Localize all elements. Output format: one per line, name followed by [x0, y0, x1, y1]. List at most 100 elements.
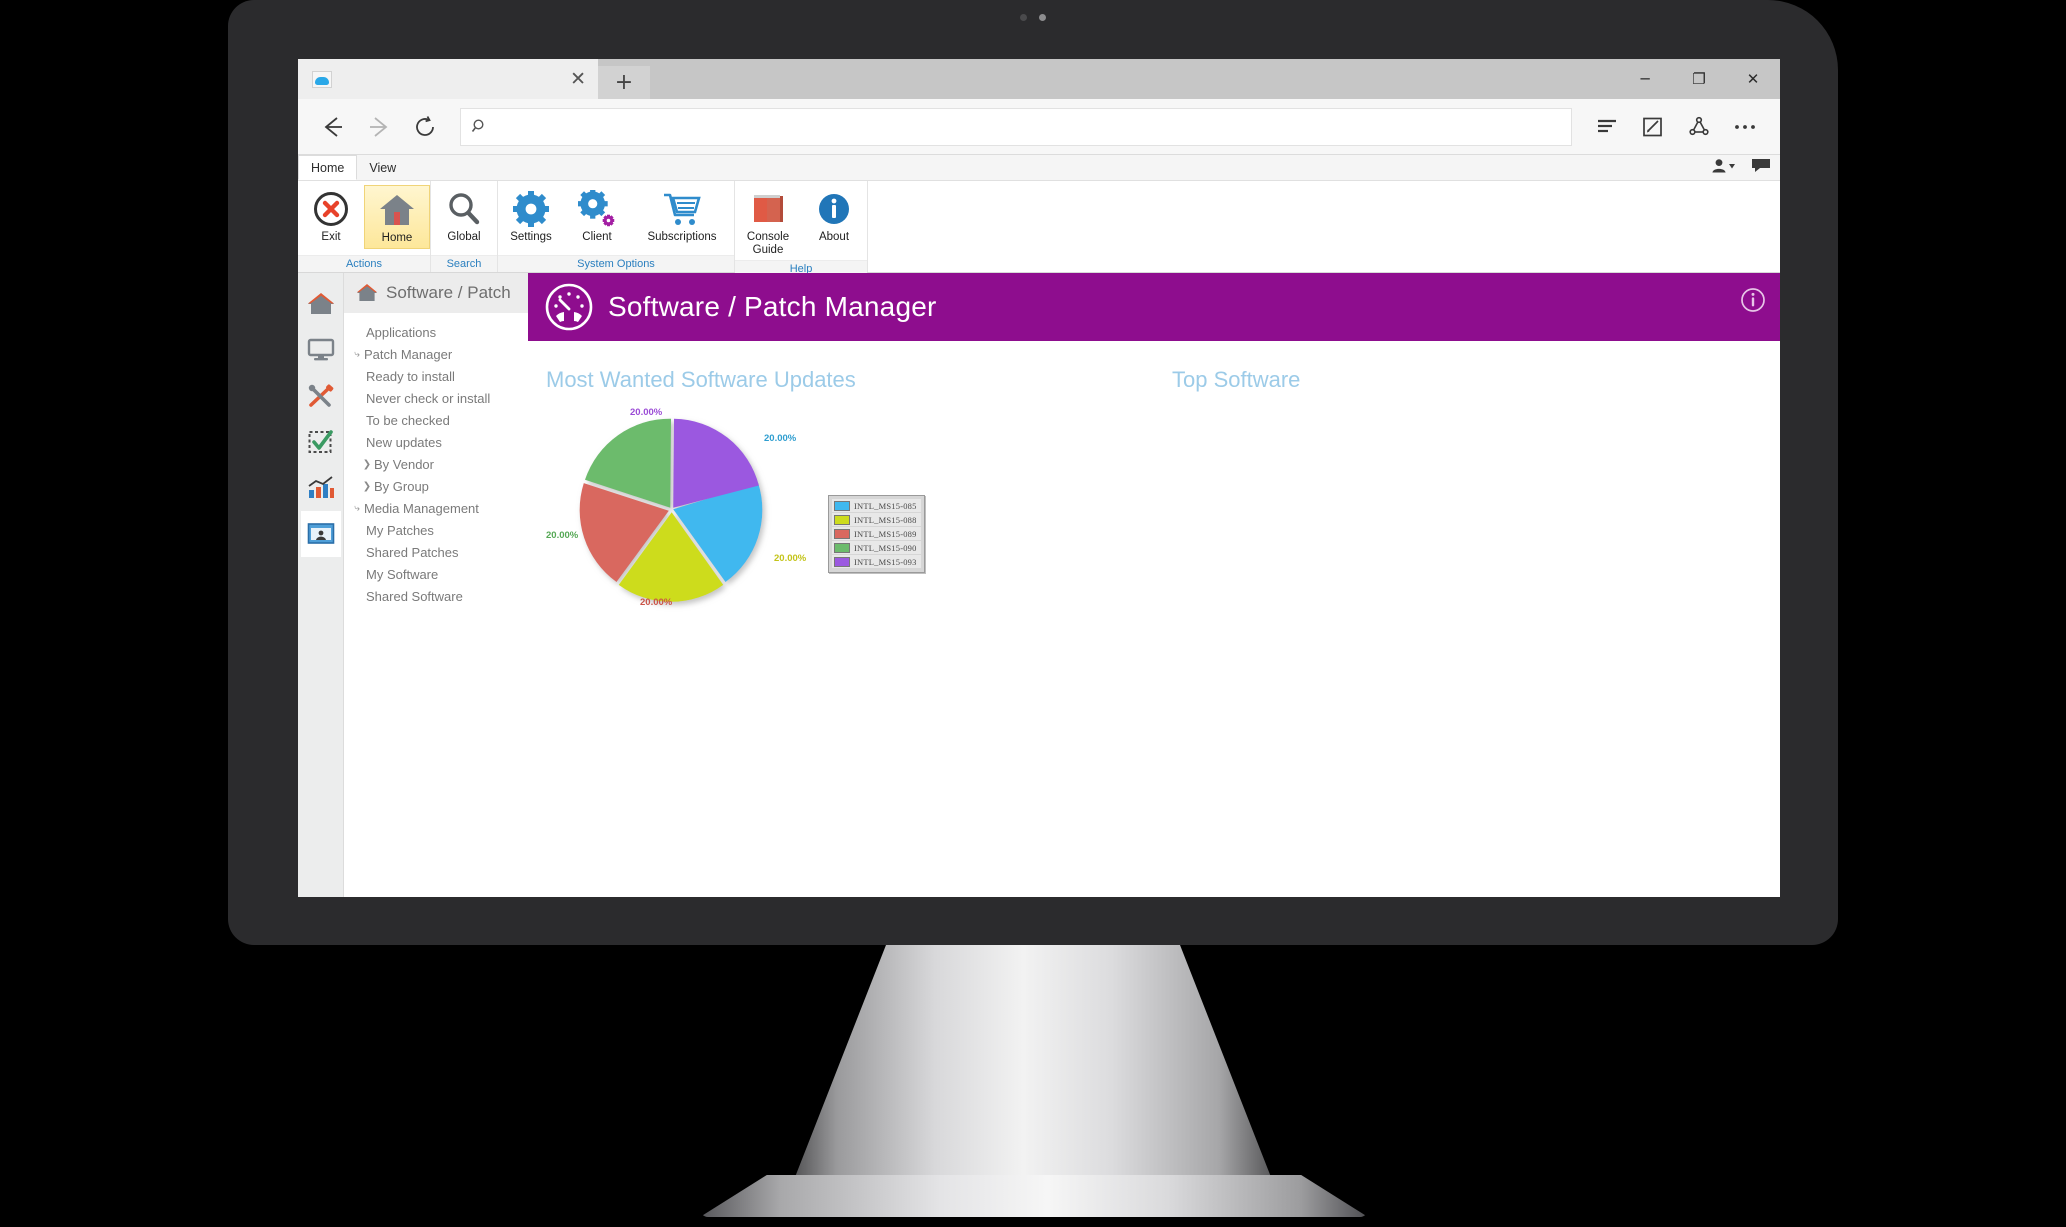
refresh-icon[interactable] [402, 104, 448, 150]
sidebar-item-shared-patches[interactable]: Shared Patches [344, 541, 528, 563]
client-label: Client [582, 231, 612, 243]
console-guide-button[interactable]: Console Guide [735, 185, 801, 260]
exit-label: Exit [321, 231, 341, 243]
power-dot [1039, 14, 1046, 21]
reading-list-icon[interactable] [1584, 104, 1630, 150]
legend-item[interactable]: INTL_MS15-090 [832, 541, 921, 554]
ribbon-group-label-search: Search [431, 255, 497, 272]
address-bar[interactable] [460, 107, 1572, 146]
expand-icon[interactable]: ❯ [360, 481, 374, 492]
collapse-icon[interactable]: ⤷ [350, 503, 364, 514]
web-note-icon[interactable] [1630, 104, 1676, 150]
sidebar-item-by-vendor[interactable]: ❯ By Vendor [344, 453, 528, 475]
book-icon [750, 189, 786, 229]
magnifier-icon [446, 189, 482, 229]
panel-most-wanted-software-updates: Most Wanted Software Updates 20.00% 20.0… [528, 367, 1154, 897]
sidebar-item-label: Ready to install [366, 368, 455, 384]
user-account-icon[interactable] [1710, 158, 1736, 179]
minimize-button[interactable]: ─ [1618, 59, 1672, 99]
legend-swatch [834, 528, 850, 539]
pie-chart: 20.00% 20.00% 20.00% 20.00% 20.00% INTL_… [546, 405, 986, 635]
pie-chart-svg [579, 418, 763, 602]
sidebar-item-label: Patch Manager [364, 346, 453, 362]
sidebar-item-label: Never check or install [366, 390, 491, 406]
new-tab-button[interactable]: + [598, 66, 650, 99]
sidebar-header-label: Software / Patch [386, 283, 511, 302]
sidebar-item-label: New updates [366, 434, 442, 450]
gear-icon [512, 189, 550, 229]
sidebar: Software / Patch Applications ⤷ Patch Ma… [344, 273, 528, 897]
sidebar-item-media-management[interactable]: ⤷ Media Management [344, 497, 528, 519]
legend-swatch [834, 556, 850, 567]
sidebar-item-to-be-checked[interactable]: To be checked [344, 409, 528, 431]
rail-monitor-icon[interactable] [301, 327, 341, 373]
rail-chart-icon[interactable] [301, 465, 341, 511]
sidebar-item-applications[interactable]: Applications [344, 321, 528, 343]
legend-label: INTL_MS15-085 [854, 500, 917, 511]
sidebar-item-never-check-or-install[interactable]: Never check or install [344, 387, 528, 409]
browser-tab-strip: ✕ + ─ ❐ ✕ [298, 59, 1780, 99]
home-button[interactable]: Home [364, 185, 430, 249]
collapse-icon[interactable]: ⤷ [350, 349, 364, 360]
rail-tools-icon[interactable] [301, 373, 341, 419]
subscriptions-button[interactable]: Subscriptions [630, 185, 734, 247]
feedback-icon[interactable] [1750, 157, 1772, 179]
share-icon[interactable] [1676, 104, 1722, 150]
sidebar-item-label: To be checked [366, 412, 450, 428]
browser-toolbar-icons [1584, 104, 1768, 150]
sidebar-item-my-patches[interactable]: My Patches [344, 519, 528, 541]
tab-home[interactable]: Home [298, 155, 358, 180]
subscriptions-label: Subscriptions [647, 231, 717, 243]
sidebar-item-my-software[interactable]: My Software [344, 563, 528, 585]
legend-label: INTL_MS15-088 [854, 514, 917, 525]
console-guide-label: Console Guide [746, 231, 790, 256]
client-button[interactable]: Client [564, 185, 630, 247]
legend-item[interactable]: INTL_MS15-093 [832, 555, 921, 568]
sidebar-tree: Applications ⤷ Patch Manager Ready to in… [344, 313, 528, 897]
sidebar-item-label: Shared Software [366, 588, 463, 604]
ribbon-toolbar: Exit Home Actions Global Search Settings… [298, 181, 1780, 277]
close-button[interactable]: ✕ [1726, 59, 1780, 99]
legend-swatch [834, 514, 850, 525]
rail-home-icon[interactable] [301, 281, 341, 327]
more-icon[interactable] [1722, 104, 1768, 150]
legend-label: INTL_MS15-089 [854, 528, 917, 539]
sidebar-item-ready-to-install[interactable]: Ready to install [344, 365, 528, 387]
search-icon [471, 118, 484, 132]
info-circle-icon[interactable] [1740, 287, 1766, 318]
sidebar-item-shared-software[interactable]: Shared Software [344, 585, 528, 607]
legend-item[interactable]: INTL_MS15-085 [832, 499, 921, 512]
sidebar-item-by-group[interactable]: ❯ By Group [344, 475, 528, 497]
settings-button[interactable]: Settings [498, 185, 564, 247]
address-input[interactable] [497, 118, 1561, 135]
legend-label: INTL_MS15-090 [854, 542, 917, 553]
browser-tab[interactable]: ✕ [298, 59, 598, 99]
sidebar-item-patch-manager[interactable]: ⤷ Patch Manager [344, 343, 528, 365]
legend-item[interactable]: INTL_MS15-089 [832, 527, 921, 540]
tab-view[interactable]: View [357, 155, 409, 180]
ribbon-group-system-options: Settings Client Subscriptions System Opt… [498, 181, 735, 272]
maximize-button[interactable]: ❐ [1672, 59, 1726, 99]
close-icon[interactable]: ✕ [570, 69, 586, 89]
rail-presentation-icon[interactable] [300, 511, 341, 557]
sidebar-item-label: Shared Patches [366, 544, 459, 560]
legend-label: INTL_MS15-093 [854, 556, 917, 567]
page-title: Software / Patch Manager [608, 291, 937, 322]
about-button[interactable]: About [801, 185, 867, 247]
home-icon [357, 284, 377, 301]
expand-icon[interactable]: ❯ [360, 459, 374, 470]
forward-arrow-icon[interactable] [356, 104, 402, 150]
global-search-button[interactable]: Global [431, 185, 497, 247]
legend-item[interactable]: INTL_MS15-088 [832, 513, 921, 526]
sidebar-item-new-updates[interactable]: New updates [344, 431, 528, 453]
ribbon-account-area [1710, 155, 1772, 181]
ribbon-group-label-actions: Actions [298, 255, 430, 272]
rail-checklist-icon[interactable] [301, 419, 341, 465]
screen: ✕ + ─ ❐ ✕ Home View Exit Home Actions Gl… [298, 59, 1780, 897]
back-arrow-icon[interactable] [310, 104, 356, 150]
exit-button[interactable]: Exit [298, 185, 364, 247]
home-label: Home [381, 232, 413, 244]
sidebar-item-label: Media Management [364, 500, 479, 516]
legend-swatch [834, 542, 850, 553]
sidebar-item-label: By Group [374, 478, 429, 494]
